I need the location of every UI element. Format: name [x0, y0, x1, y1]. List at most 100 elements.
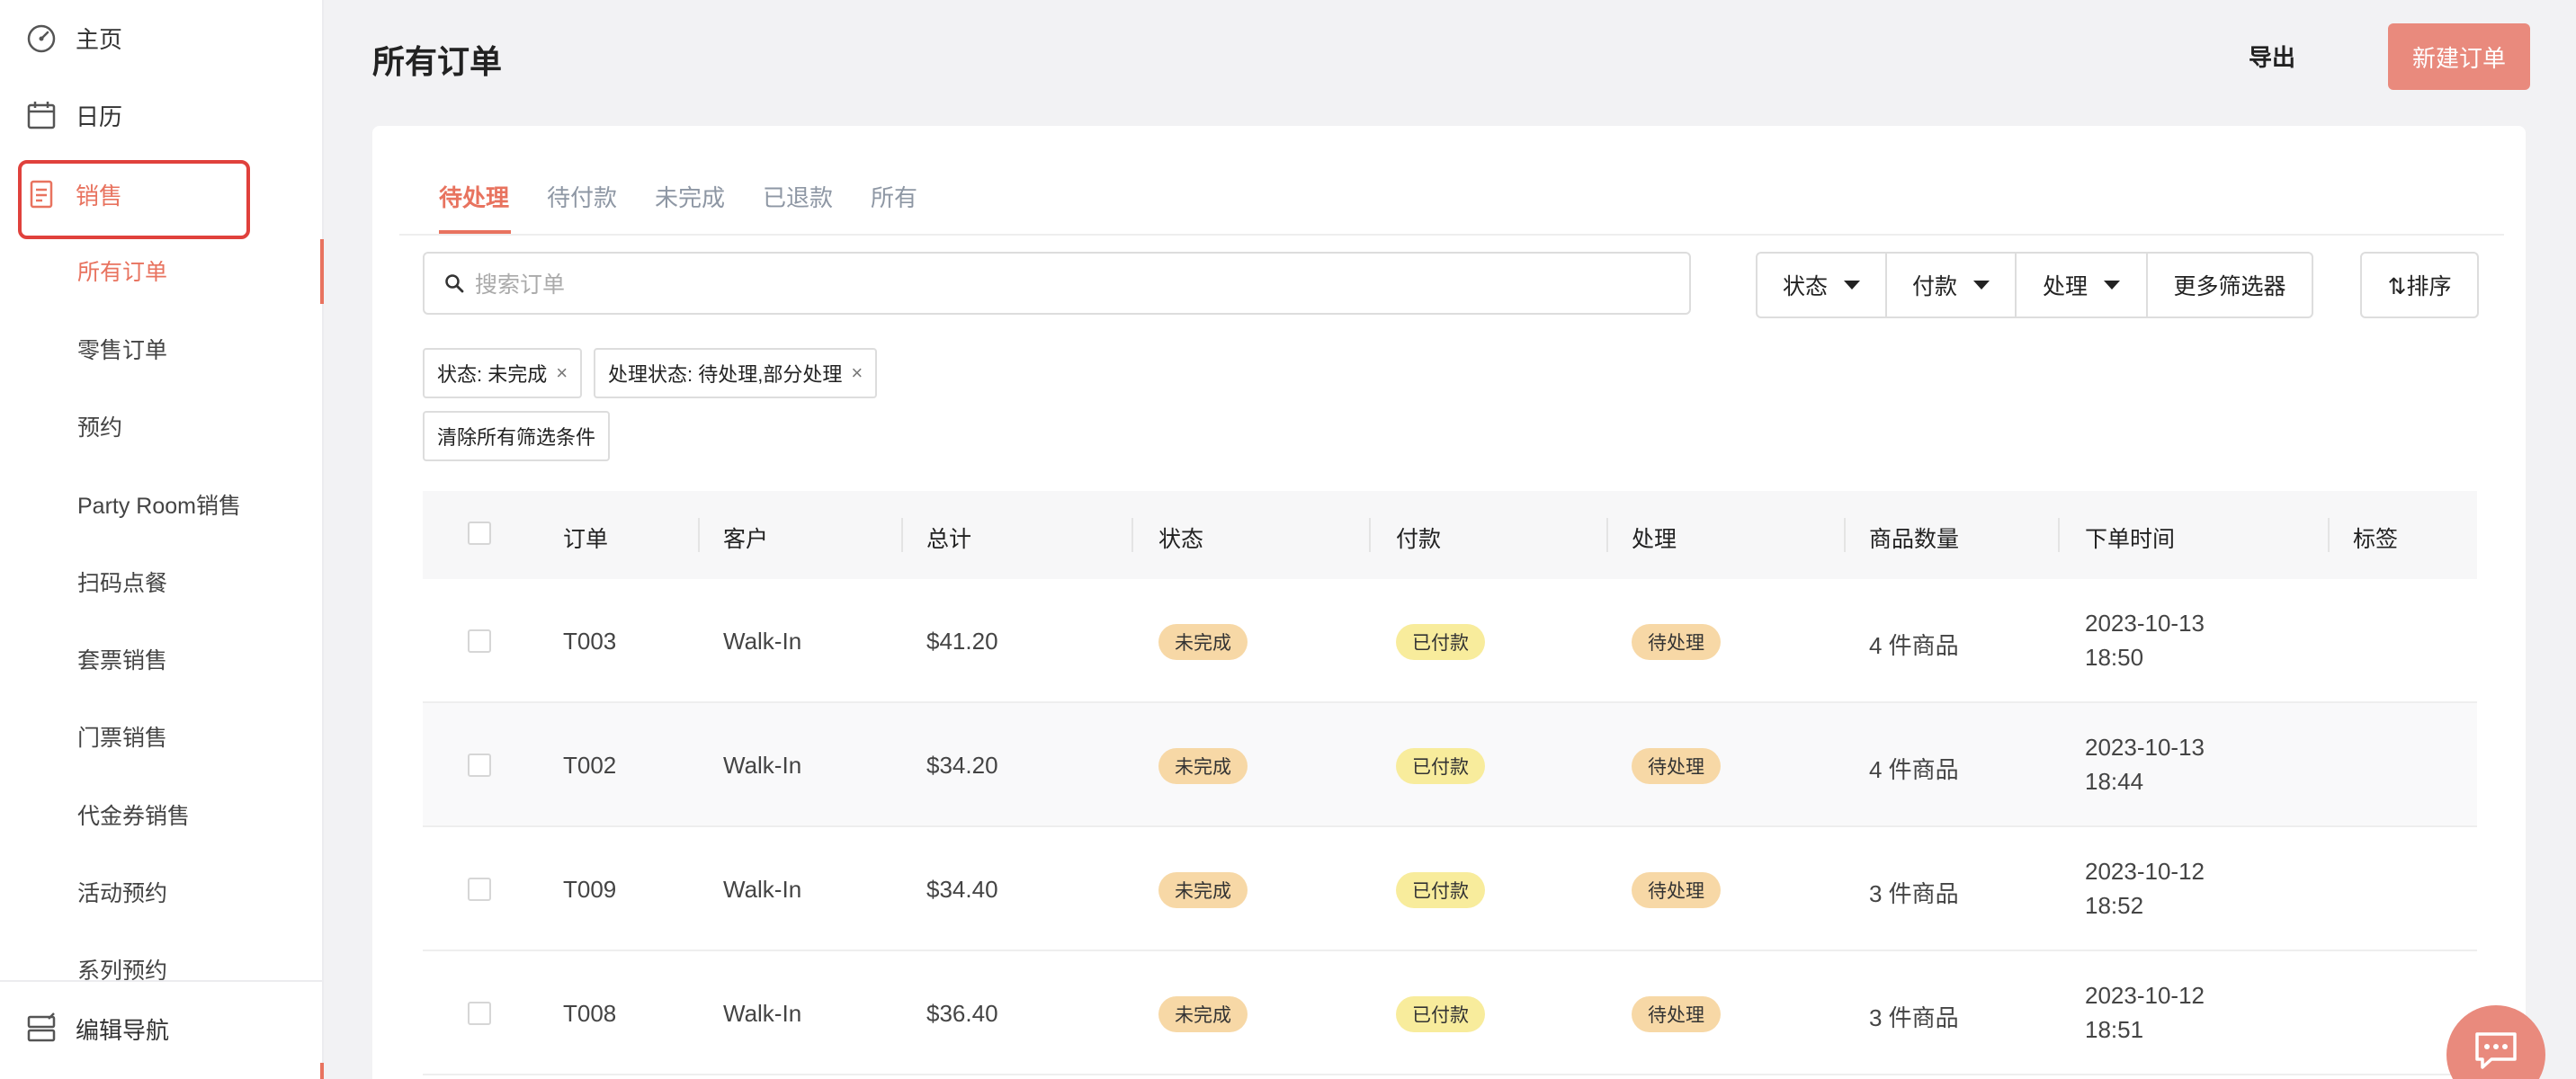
remove-chip-icon[interactable]: × — [851, 361, 863, 385]
row-checkbox[interactable] — [468, 629, 491, 653]
status-badge: 未完成 — [1158, 624, 1248, 660]
search-input[interactable]: 搜索订单 — [423, 252, 1691, 315]
layout-edit-icon — [25, 1012, 58, 1045]
clear-all-filters-button[interactable]: 清除所有筛选条件 — [423, 411, 611, 461]
payment-filter-dropdown[interactable]: 付款 — [1887, 254, 2017, 317]
caret-down-icon — [1844, 281, 1860, 290]
tab-active-underline — [439, 230, 511, 234]
active-indicator — [320, 239, 324, 304]
column-divider — [2058, 518, 2060, 552]
order-id[interactable]: T008 — [563, 1000, 616, 1028]
calendar-icon — [25, 99, 58, 131]
order-total: $34.40 — [926, 876, 998, 903]
order-id[interactable]: T009 — [563, 876, 616, 904]
sidebar-item-label: 主页 — [76, 25, 123, 53]
column-divider — [1606, 518, 1608, 552]
filter-group: 状态 付款 处理 更多筛选器 — [1756, 252, 2313, 318]
sidebar-subitem-tickets[interactable]: 门票销售 — [77, 714, 167, 759]
order-total: $36.40 — [926, 1000, 998, 1027]
sidebar-subitem-all-orders[interactable]: 所有订单 — [77, 248, 167, 293]
column-header-order-time[interactable]: 下单时间 — [2085, 522, 2175, 554]
order-date: 2023-10-12 — [2085, 858, 2205, 885]
sidebar-item-label: 销售 — [76, 182, 123, 210]
order-date: 2023-10-13 — [2085, 610, 2205, 637]
processing-filter-label: 处理 — [2042, 274, 2088, 299]
sidebar-item-calendar[interactable]: 日历 — [25, 88, 122, 142]
more-filters-button[interactable]: 更多筛选器 — [2148, 254, 2312, 317]
customer-name: Walk-In — [723, 752, 802, 779]
order-time: 18:52 — [2085, 892, 2144, 919]
processing-badge: 待处理 — [1632, 624, 1721, 660]
sidebar-subitem-event-booking[interactable]: 活动预约 — [77, 869, 167, 914]
tab-pending[interactable]: 待处理 — [439, 180, 509, 213]
processing-badge: 待处理 — [1632, 748, 1721, 784]
sidebar: 主页 日历 销售 所有订单 零售订单 预约 Party Room销售 扫码点餐 … — [0, 0, 324, 1079]
sort-button[interactable]: ⇅排序 — [2360, 252, 2479, 318]
sidebar-subitem-vouchers[interactable]: 代金券销售 — [77, 792, 190, 837]
export-button[interactable]: 导出 — [2249, 40, 2295, 73]
sidebar-item-sales[interactable]: 销售 — [25, 167, 122, 221]
caret-down-icon — [2104, 281, 2120, 290]
table-row[interactable]: T003 Walk-In $41.20 未完成 已付款 待处理 4 件商品 20… — [423, 579, 2477, 703]
sidebar-subitem-party-room[interactable]: Party Room销售 — [77, 482, 241, 527]
processing-badge: 待处理 — [1632, 872, 1721, 908]
column-divider — [1844, 518, 1846, 552]
column-divider — [1131, 518, 1133, 552]
column-header-tags[interactable]: 标签 — [2353, 522, 2398, 554]
column-header-payment[interactable]: 付款 — [1396, 522, 1441, 554]
sidebar-item-home[interactable]: 主页 — [25, 11, 122, 65]
new-order-button[interactable]: 新建订单 — [2388, 23, 2530, 90]
chip-label: 处理状态: 待处理,部分处理 — [608, 363, 843, 386]
payment-badge: 已付款 — [1396, 748, 1485, 784]
sidebar-subitem-scan-order[interactable]: 扫码点餐 — [77, 559, 167, 604]
column-header-status[interactable]: 状态 — [1158, 522, 1203, 554]
remove-chip-icon[interactable]: × — [556, 361, 568, 385]
table-row[interactable]: T002 Walk-In $34.20 未完成 已付款 待处理 4 件商品 20… — [423, 703, 2477, 827]
order-date: 2023-10-12 — [2085, 982, 2205, 1009]
tab-all[interactable]: 所有 — [871, 180, 917, 213]
order-id[interactable]: T003 — [563, 628, 616, 655]
status-filter-dropdown[interactable]: 状态 — [1758, 254, 1887, 317]
sidebar-subitem-package-tickets[interactable]: 套票销售 — [77, 637, 167, 682]
status-badge: 未完成 — [1158, 748, 1248, 784]
payment-badge: 已付款 — [1396, 996, 1485, 1032]
item-count: 3 件商品 — [1869, 1004, 1959, 1031]
item-count: 4 件商品 — [1869, 632, 1959, 659]
receipt-icon — [25, 178, 58, 210]
order-id[interactable]: T002 — [563, 752, 616, 780]
sidebar-subitem-retail-orders[interactable]: 零售订单 — [77, 326, 167, 371]
column-divider — [698, 518, 700, 552]
customer-name: Walk-In — [723, 876, 802, 903]
payment-filter-label: 付款 — [1911, 274, 1957, 299]
chat-icon — [2475, 1032, 2517, 1069]
sidebar-subitem-reservations[interactable]: 预约 — [77, 404, 122, 449]
edit-navigation-button[interactable]: 编辑导航 — [25, 1002, 169, 1056]
row-checkbox[interactable] — [468, 754, 491, 777]
order-total: $41.20 — [926, 628, 998, 655]
sidebar-item-label: 日历 — [76, 103, 123, 130]
row-checkbox[interactable] — [468, 878, 491, 901]
payment-badge: 已付款 — [1396, 624, 1485, 660]
column-header-customer[interactable]: 客户 — [723, 522, 768, 554]
processing-filter-dropdown[interactable]: 处理 — [2017, 254, 2148, 317]
column-header-order[interactable]: 订单 — [563, 522, 608, 554]
table-row[interactable]: T009 Walk-In $34.40 未完成 已付款 待处理 3 件商品 20… — [423, 827, 2477, 951]
payment-badge: 已付款 — [1396, 872, 1485, 908]
table-row[interactable]: T008 Walk-In $36.40 未完成 已付款 待处理 3 件商品 20… — [423, 951, 2477, 1075]
column-header-item-count[interactable]: 商品数量 — [1869, 522, 1959, 554]
search-icon — [445, 274, 464, 293]
clear-all-label: 清除所有筛选条件 — [437, 426, 596, 449]
column-header-processing[interactable]: 处理 — [1632, 522, 1677, 554]
tab-awaiting-payment[interactable]: 待付款 — [547, 180, 617, 213]
chip-label: 状态: 未完成 — [437, 363, 548, 386]
column-header-total[interactable]: 总计 — [926, 522, 971, 554]
column-divider — [901, 518, 903, 552]
order-time: 18:44 — [2085, 768, 2144, 795]
select-all-checkbox[interactable] — [468, 522, 491, 545]
order-time: 18:51 — [2085, 1016, 2144, 1043]
row-checkbox[interactable] — [468, 1002, 491, 1025]
tab-incomplete[interactable]: 未完成 — [655, 180, 725, 213]
tab-refunded[interactable]: 已退款 — [763, 180, 833, 213]
customer-name: Walk-In — [723, 628, 802, 655]
column-divider — [2328, 518, 2330, 552]
